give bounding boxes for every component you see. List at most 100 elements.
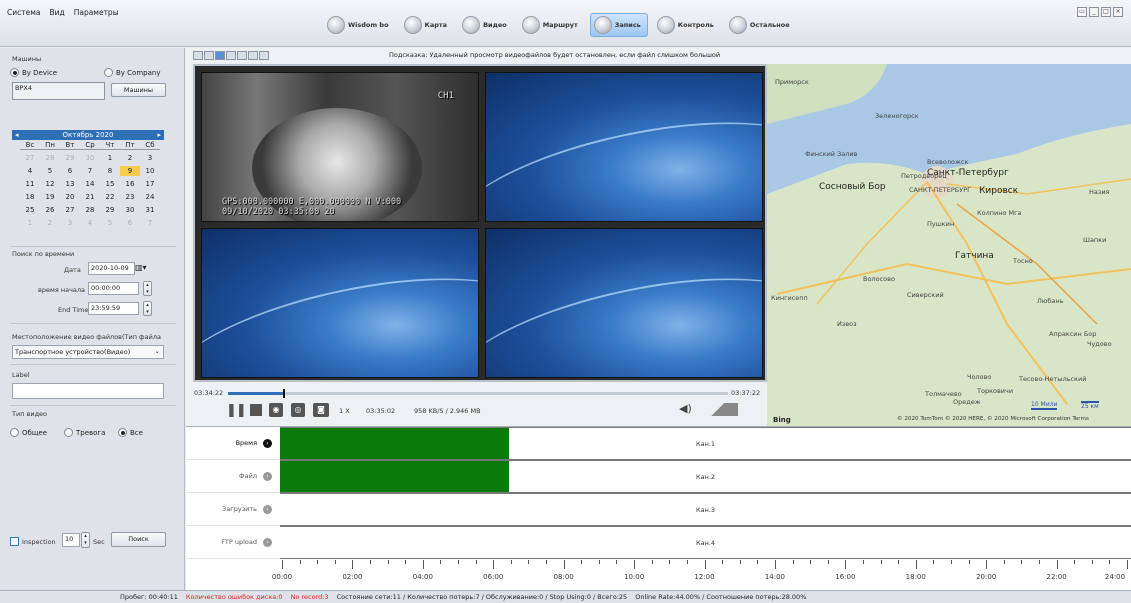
calendar-day[interactable]: 15	[100, 179, 120, 189]
calendar-day[interactable]: 4	[80, 218, 100, 228]
end-time-stepper[interactable]: ▴ ▾	[143, 301, 152, 316]
calendar-day[interactable]: 21	[80, 192, 100, 202]
timeline-row-label[interactable]: FTP upload ›	[186, 526, 280, 559]
timeline-row-label[interactable]: Время ›	[186, 427, 280, 460]
layout-8-icon[interactable]	[237, 50, 247, 60]
close-icon[interactable]: ×	[1113, 7, 1123, 17]
timeline-row-label[interactable]: Загрузить ›	[186, 493, 280, 526]
device-field[interactable]: BPX4	[12, 82, 105, 100]
video-tile-ch2[interactable]	[485, 72, 763, 222]
timeline-channel-row[interactable]: Кан.2	[280, 460, 1131, 493]
calendar-day[interactable]: 28	[80, 205, 100, 215]
calendar-day[interactable]: 6	[120, 218, 140, 228]
volume-slider[interactable]	[698, 403, 738, 416]
maximize-icon[interactable]: □	[1101, 7, 1111, 17]
layout-6-icon[interactable]	[226, 50, 236, 60]
timeline-channel-row[interactable]: Кан.1	[280, 427, 1131, 460]
menu-view[interactable]: Вид	[49, 8, 64, 17]
location-select[interactable]: Транспортное устройство(Видео) ⌄	[12, 345, 164, 359]
layout-2-icon[interactable]	[204, 50, 214, 60]
video-tile-ch4[interactable]	[485, 228, 763, 378]
minimize-icon[interactable]: _	[1089, 7, 1099, 17]
nav-wisdom[interactable]: Wisdom bo	[324, 13, 395, 37]
calendar-day[interactable]: 2	[120, 153, 140, 163]
calendar-dropdown-icon[interactable]: ▥▾	[135, 263, 147, 272]
start-time-stepper[interactable]: ▴ ▾	[143, 281, 152, 296]
restore-icon[interactable]: ▭	[1077, 7, 1087, 17]
calendar-day[interactable]: 3	[140, 153, 160, 163]
timeline-channel-row[interactable]: Кан.3	[280, 493, 1131, 526]
calendar-day[interactable]: 31	[140, 205, 160, 215]
calendar-day[interactable]: 10	[140, 166, 160, 176]
calendar-day[interactable]: 5	[100, 218, 120, 228]
label-field[interactable]	[12, 383, 164, 399]
nav-video[interactable]: Видео	[459, 13, 513, 37]
end-time-field[interactable]: 23:59:59	[88, 302, 139, 315]
calendar-day[interactable]: 6	[60, 166, 80, 176]
next-month-icon[interactable]: ▸	[157, 131, 161, 139]
machines-button[interactable]: Машины	[111, 83, 166, 97]
calendar-day[interactable]: 13	[60, 179, 80, 189]
calendar-day[interactable]: 5	[40, 166, 60, 176]
nav-route[interactable]: Маршрут	[519, 13, 584, 37]
calendar-day[interactable]: 3	[60, 218, 80, 228]
calendar-day[interactable]: 24	[140, 192, 160, 202]
calendar-day[interactable]: 26	[40, 205, 60, 215]
type-alarm-radio[interactable]: Тревога	[64, 428, 105, 437]
calendar-day[interactable]: 12	[40, 179, 60, 189]
video-tile-ch3[interactable]	[201, 228, 479, 378]
calendar-day[interactable]: 22	[100, 192, 120, 202]
nav-record[interactable]: Запись	[589, 13, 648, 37]
search-button[interactable]: Поиск	[111, 532, 166, 547]
nav-map[interactable]: Карта	[401, 13, 454, 37]
layout-9-icon[interactable]	[248, 50, 258, 60]
calendar-day[interactable]: 8	[100, 166, 120, 176]
calendar-day[interactable]: 1	[100, 153, 120, 163]
calendar-day[interactable]: 28	[40, 153, 60, 163]
calendar-day[interactable]: 20	[60, 192, 80, 202]
seek-handle[interactable]	[283, 389, 285, 398]
inspection-checkbox[interactable]	[10, 537, 19, 546]
type-general-radio[interactable]: Общее	[10, 428, 47, 437]
calendar-day[interactable]: 30	[120, 205, 140, 215]
speed-label[interactable]: 1 X	[339, 407, 350, 415]
timeline-row-label[interactable]: Файл ›	[186, 460, 280, 493]
date-field[interactable]: 2020-10-09	[88, 262, 135, 275]
calendar-day[interactable]: 2	[40, 218, 60, 228]
volume-icon[interactable]: ◀)	[679, 402, 692, 415]
menu-system[interactable]: Система	[7, 8, 40, 17]
calendar-day[interactable]: 18	[20, 192, 40, 202]
by-company-radio[interactable]: By Company	[104, 68, 160, 77]
map-view[interactable]: Приморск Зеленогорск Финский Залив Всеволож…	[767, 64, 1131, 426]
calendar-day[interactable]: 23	[120, 192, 140, 202]
layout-4-icon[interactable]	[215, 50, 225, 60]
by-device-radio[interactable]: By Device	[10, 68, 57, 77]
calendar-day[interactable]: 7	[80, 166, 100, 176]
camera-icon[interactable]: ◙	[313, 403, 329, 417]
inspection-interval-field[interactable]: 10	[62, 533, 80, 547]
calendar-day[interactable]: 29	[60, 153, 80, 163]
nav-control[interactable]: Контроль	[654, 13, 720, 37]
inspection-stepper[interactable]: ▴ ▾	[81, 532, 90, 548]
snapshot-icon[interactable]: ◉	[269, 403, 283, 417]
record-icon[interactable]: ◎	[291, 403, 305, 417]
layout-1-icon[interactable]	[193, 50, 203, 60]
video-tile-ch1[interactable]: CH1 GPS:000.000000 E,000.000000 N V:000 …	[201, 72, 479, 222]
menu-params[interactable]: Параметры	[74, 8, 119, 17]
calendar-day[interactable]: 14	[80, 179, 100, 189]
calendar-day[interactable]: 17	[140, 179, 160, 189]
calendar-day[interactable]: 1	[20, 218, 40, 228]
calendar-day[interactable]: 4	[20, 166, 40, 176]
seek-bar[interactable]	[228, 389, 728, 398]
fullscreen-icon[interactable]	[259, 50, 269, 60]
stop-icon[interactable]	[250, 404, 262, 416]
calendar-day[interactable]: 29	[100, 205, 120, 215]
calendar-day[interactable]: 19	[40, 192, 60, 202]
prev-month-icon[interactable]: ◂	[15, 131, 19, 139]
calendar-day[interactable]: 16	[120, 179, 140, 189]
type-all-radio[interactable]: Все	[118, 428, 143, 437]
calendar-day[interactable]: 25	[20, 205, 40, 215]
calendar-day[interactable]: 9	[120, 166, 140, 176]
calendar-day[interactable]: 11	[20, 179, 40, 189]
pause-icon[interactable]: ❚❚	[226, 403, 247, 418]
